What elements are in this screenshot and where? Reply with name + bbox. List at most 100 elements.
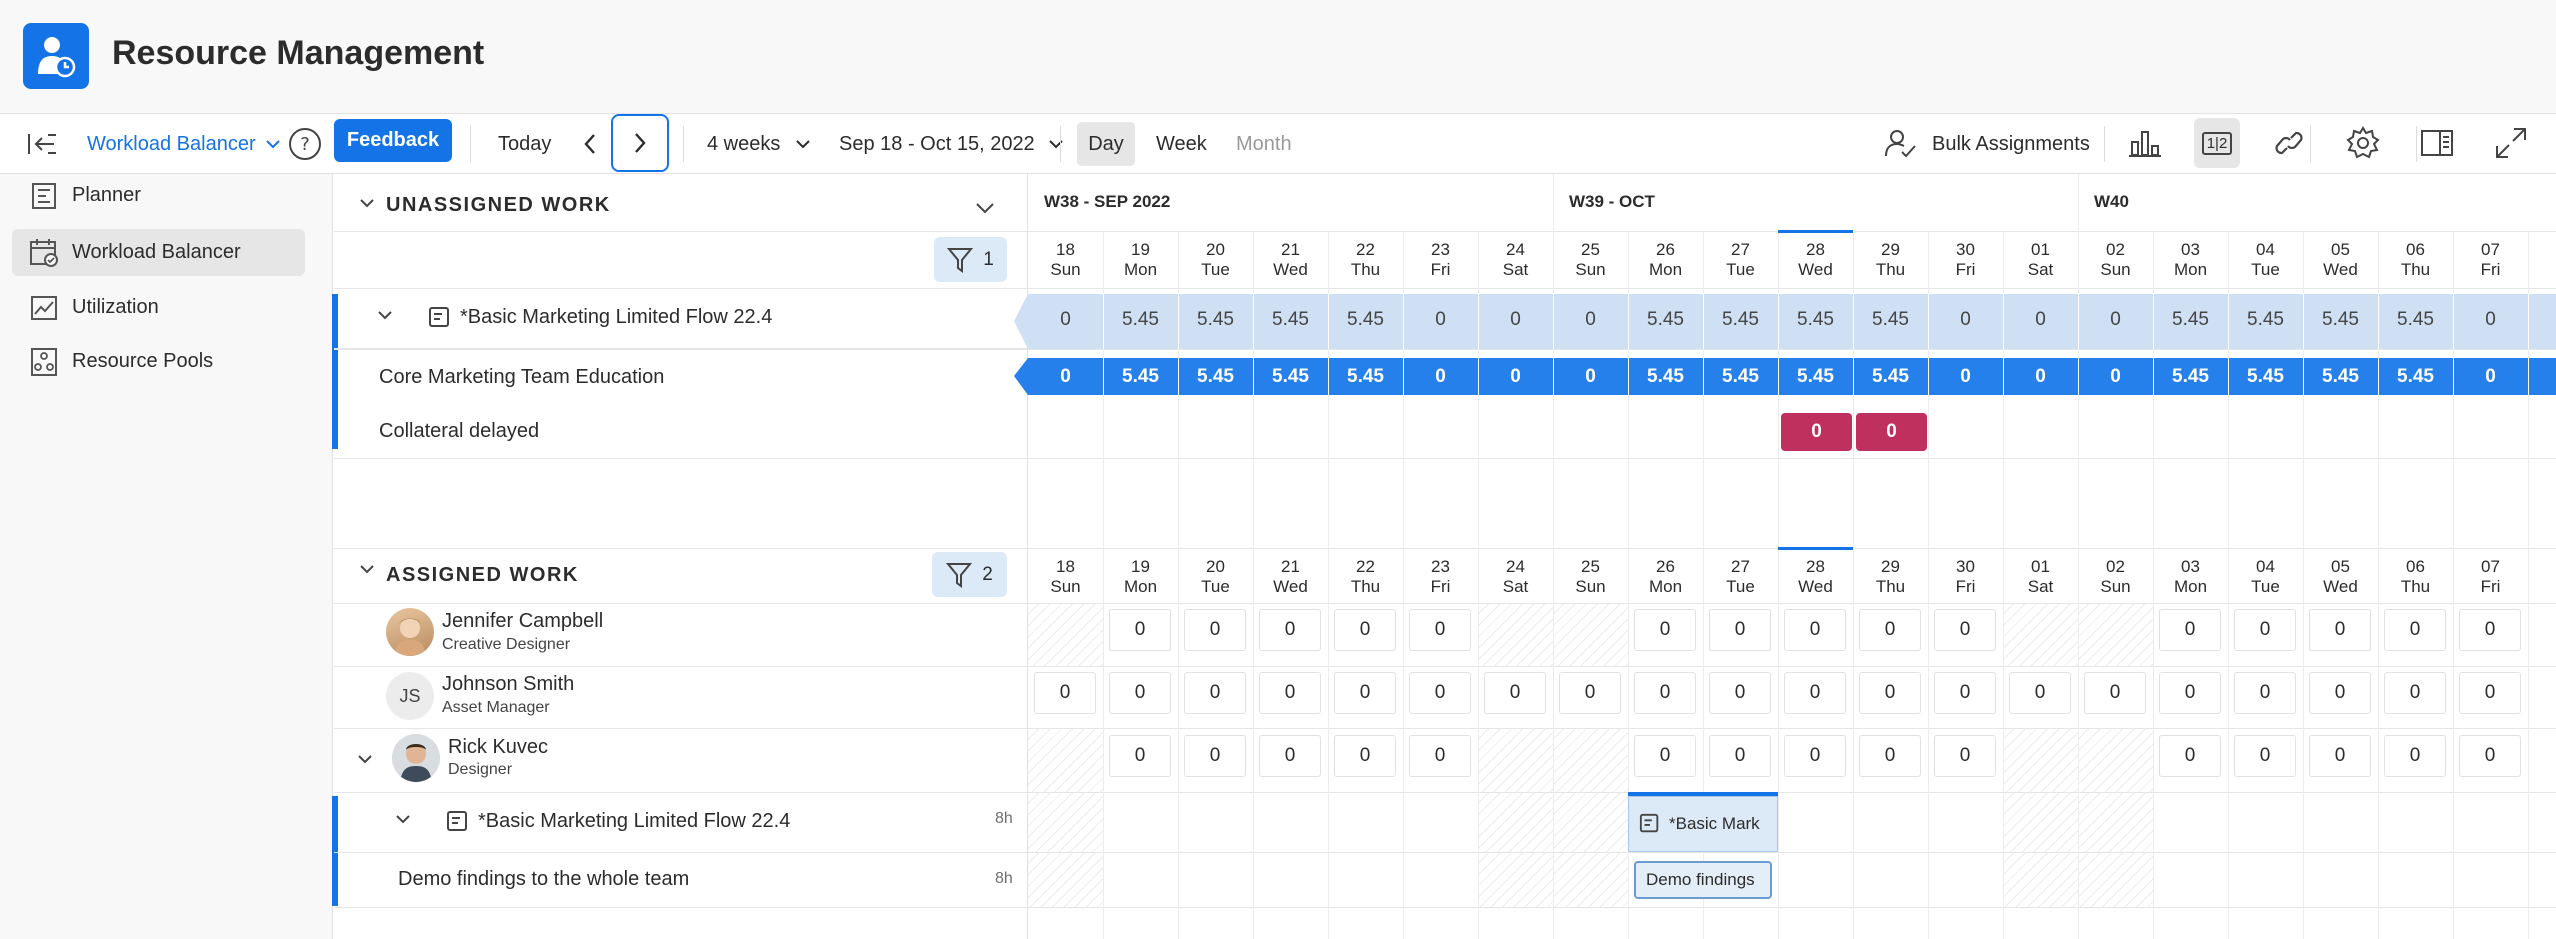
assigned-collapse-chevron-icon[interactable] <box>358 562 376 581</box>
assigned-project-name[interactable]: *Basic Marketing Limited Flow 22.4 <box>478 810 790 833</box>
allocation-cell[interactable]: 0 <box>1409 609 1471 651</box>
allocation-cell[interactable]: 0 <box>1334 735 1396 777</box>
person-name[interactable]: Rick Kuvec <box>448 736 548 759</box>
allocation-cell[interactable]: 0 <box>1109 672 1171 714</box>
allocation-cell[interactable]: 0 <box>1709 735 1771 777</box>
task-day-value[interactable]: 0 <box>2003 366 2078 388</box>
allocation-cell[interactable]: 0 <box>1934 609 1996 651</box>
allocation-cell[interactable]: 0 <box>1184 672 1246 714</box>
sidebar-item-workload-balancer[interactable]: Workload Balancer <box>12 229 305 276</box>
allocation-cell[interactable]: 0 <box>1109 609 1171 651</box>
allocation-cell[interactable]: 0 <box>1484 672 1546 714</box>
feedback-button[interactable]: Feedback <box>334 119 452 162</box>
sidebar-item-utilization[interactable]: Utilization <box>12 284 305 331</box>
allocation-cell[interactable]: 0 <box>1634 609 1696 651</box>
link-icon[interactable] <box>2266 118 2312 168</box>
allocation-cell[interactable]: 0 <box>1109 735 1171 777</box>
task-day-value[interactable]: 0 <box>1403 366 1478 388</box>
person-name[interactable]: Jennifer Campbell <box>442 610 603 633</box>
allocation-cell[interactable]: 0 <box>2084 672 2146 714</box>
allocation-cell[interactable]: 0 <box>1859 735 1921 777</box>
task-name[interactable]: Demo findings to the whole team <box>398 868 689 891</box>
allocation-cell[interactable]: 0 <box>2309 672 2371 714</box>
range-selector[interactable]: 4 weeks <box>707 114 812 174</box>
allocation-cell[interactable]: 0 <box>2309 735 2371 777</box>
task-day-value[interactable]: 5.45 <box>2228 366 2303 388</box>
sidebar-item-resource-pools[interactable]: Resource Pools <box>12 338 305 385</box>
allocation-cell[interactable]: 0 <box>1859 672 1921 714</box>
task-name[interactable]: Core Marketing Team Education <box>379 366 664 389</box>
allocation-cell[interactable]: 0 <box>2159 672 2221 714</box>
task-day-value[interactable]: 5.45 <box>1628 366 1703 388</box>
task-day-value[interactable]: 5.45 <box>1253 366 1328 388</box>
allocation-cell[interactable]: 0 <box>1034 672 1096 714</box>
allocation-cell[interactable]: 0 <box>1409 672 1471 714</box>
task-day-value[interactable]: 5.45 <box>1703 366 1778 388</box>
task-day-value[interactable]: 5.45 <box>2153 366 2228 388</box>
allocation-cell[interactable]: 0 <box>1334 672 1396 714</box>
allocation-cell[interactable]: 0 <box>2459 609 2521 651</box>
task-day-value[interactable]: 0 <box>1478 366 1553 388</box>
allocation-cell[interactable]: 0 <box>1634 735 1696 777</box>
next-period-button[interactable] <box>611 114 669 172</box>
allocation-cell[interactable]: 0 <box>2309 609 2371 651</box>
unassigned-expand-chevron-icon[interactable] <box>974 200 996 221</box>
task-day-value[interactable]: 5.45 <box>2303 366 2378 388</box>
allocation-cell[interactable]: 0 <box>2459 672 2521 714</box>
today-button[interactable]: Today <box>498 114 551 174</box>
sidebar-item-planner[interactable]: Planner <box>12 172 305 219</box>
unassigned-collapse-chevron-icon[interactable] <box>358 196 376 215</box>
collapse-sidebar-icon[interactable] <box>26 114 58 174</box>
month-view-button[interactable]: Month <box>1236 114 1292 174</box>
task-day-value[interactable]: 5.45 <box>2378 366 2453 388</box>
allocation-cell[interactable]: 0 <box>1409 735 1471 777</box>
allocation-cell[interactable]: 0 <box>2384 735 2446 777</box>
allocation-cell[interactable]: 0 <box>2159 609 2221 651</box>
task-name[interactable]: Collateral delayed <box>379 420 539 443</box>
settings-gear-icon[interactable] <box>2340 118 2386 168</box>
previous-period-icon[interactable] <box>581 114 599 174</box>
allocation-cell[interactable]: 0 <box>1184 609 1246 651</box>
allocation-cell[interactable]: 0 <box>1334 609 1396 651</box>
allocation-cell[interactable]: 0 <box>1259 735 1321 777</box>
overdue-task-value[interactable]: 0 <box>1856 413 1927 451</box>
allocation-cell[interactable]: 0 <box>2234 672 2296 714</box>
task-day-value[interactable]: 0 <box>2453 366 2528 388</box>
allocation-cell[interactable]: 0 <box>1259 672 1321 714</box>
person-name[interactable]: Johnson Smith <box>442 673 574 696</box>
date-range-selector[interactable]: Sep 18 - Oct 15, 2022 <box>839 114 1065 174</box>
help-icon[interactable]: ? <box>288 114 322 174</box>
allocation-cell[interactable]: 0 <box>1784 672 1846 714</box>
view-selector[interactable]: Workload Balancer <box>87 114 282 174</box>
panel-toggle-icon[interactable] <box>2414 118 2460 168</box>
unassigned-filter-button[interactable]: 1 <box>934 237 1007 282</box>
allocation-cell[interactable]: 0 <box>1859 609 1921 651</box>
task-day-value[interactable]: 5.45 <box>1778 366 1853 388</box>
task-day-value[interactable]: 5.45 <box>1178 366 1253 388</box>
task-day-value[interactable]: 0 <box>2078 366 2153 388</box>
allocation-cell[interactable]: 0 <box>1709 672 1771 714</box>
person-collapse-chevron-icon[interactable] <box>356 752 374 771</box>
allocation-cell[interactable]: 0 <box>2384 672 2446 714</box>
task-day-value[interactable]: 5.45 <box>1853 366 1928 388</box>
allocation-cell[interactable]: 0 <box>1784 735 1846 777</box>
bulk-assignments-button[interactable]: Bulk Assignments <box>1884 114 2090 174</box>
allocation-cell[interactable]: 0 <box>2159 735 2221 777</box>
allocation-cell[interactable]: 0 <box>1634 672 1696 714</box>
project-collapse-chevron-icon[interactable] <box>394 812 412 831</box>
fullscreen-icon[interactable] <box>2488 118 2534 168</box>
unassigned-project-name[interactable]: *Basic Marketing Limited Flow 22.4 <box>460 306 772 329</box>
task-day-value[interactable]: 5.45 <box>1328 366 1403 388</box>
allocation-cell[interactable]: 0 <box>2459 735 2521 777</box>
allocation-cell[interactable]: 0 <box>1934 672 1996 714</box>
allocation-cell[interactable]: 0 <box>1259 609 1321 651</box>
day-view-button[interactable]: Day <box>1077 122 1135 166</box>
task-day-value[interactable]: 0 <box>1553 366 1628 388</box>
assigned-filter-button[interactable]: 2 <box>932 552 1007 597</box>
chart-icon[interactable] <box>2122 118 2168 168</box>
task-assignment-chip[interactable]: Demo findings <box>1634 861 1772 899</box>
allocation-cell[interactable]: 0 <box>1559 672 1621 714</box>
allocation-cell[interactable]: 0 <box>1709 609 1771 651</box>
compact-view-icon[interactable]: 1|2 <box>2194 118 2240 168</box>
allocation-cell[interactable]: 0 <box>1184 735 1246 777</box>
